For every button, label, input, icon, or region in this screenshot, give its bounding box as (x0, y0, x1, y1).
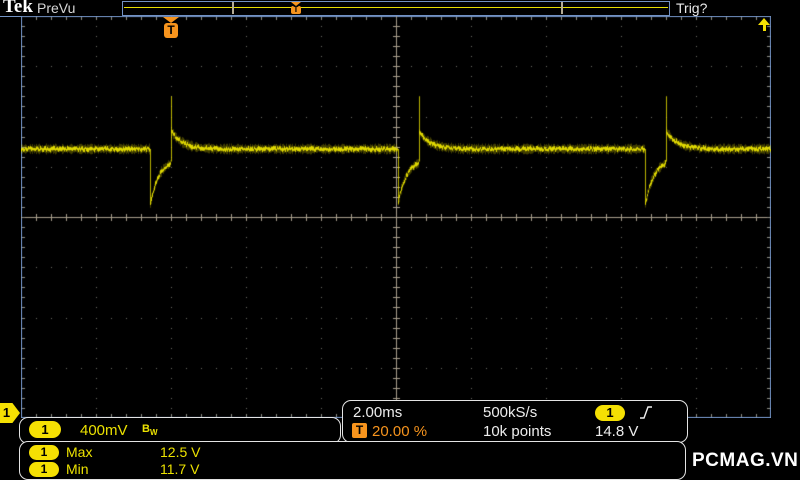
rising-edge-icon (639, 405, 653, 420)
channel1-badge: 1 (29, 421, 61, 438)
watermark-logo: PCMAG.VN (692, 450, 798, 472)
record-length: 10k points (483, 423, 551, 440)
channel1-scale: 400mV (80, 422, 128, 439)
measurement-value: 11.7 V (160, 461, 199, 477)
channel1-position-marker: 1 (0, 403, 20, 423)
channel1-badge: 1 (29, 445, 59, 460)
window-bracket-left-icon (232, 2, 234, 14)
measurement-name: Max (66, 444, 92, 460)
time-per-div: 2.00ms (353, 404, 402, 421)
measurement-row: 1 Max 12.5 V (20, 444, 685, 460)
bandwidth-limit-icon: BW (142, 423, 158, 437)
channel1-badge: 1 (29, 462, 59, 477)
oscilloscope-screen: Tek PreVu T Trig? T 1 1 400mV BW 2.00ms … (0, 0, 800, 480)
acquisition-mode-label: PreVu (37, 0, 75, 16)
trigger-t-icon: T (352, 423, 367, 438)
top-divider-line (0, 16, 21, 17)
waveform-display (21, 16, 771, 418)
record-trigger-marker-icon: T (290, 2, 302, 14)
trigger-position-percent: 20.00 % (372, 423, 427, 440)
measurement-value: 12.5 V (160, 444, 200, 460)
sample-rate: 500kS/s (483, 404, 537, 421)
trigger-source-badge: 1 (595, 405, 625, 421)
record-view-bar: T (122, 1, 670, 16)
measurements-box: 1 Max 12.5 V 1 Min 11.7 V (19, 441, 686, 480)
trigger-position-marker: T (163, 17, 179, 38)
record-waveform-line (124, 7, 668, 8)
trigger-level-offscreen-arrow-icon (757, 18, 771, 31)
measurement-name: Min (66, 461, 89, 477)
trigger-status-label: Trig? (676, 0, 707, 16)
channel1-readout-box: 1 400mV BW (19, 417, 341, 444)
horizontal-trigger-readout-box: 2.00ms 500kS/s 1 T 20.00 % 10k points 14… (342, 400, 688, 443)
window-bracket-right-icon (561, 2, 563, 14)
measurement-row: 1 Min 11.7 V (20, 461, 685, 477)
trigger-level: 14.8 V (595, 423, 638, 440)
